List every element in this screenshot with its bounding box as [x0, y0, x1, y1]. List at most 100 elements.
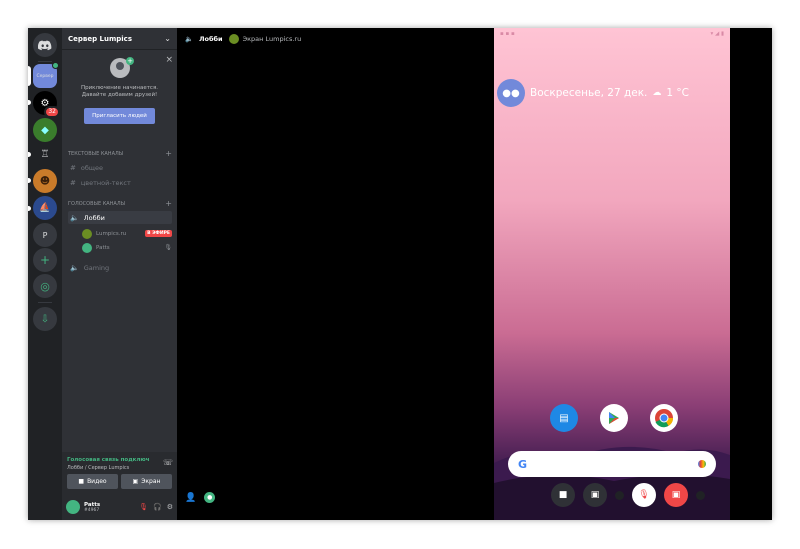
add-server-icon[interactable]: +: [33, 248, 57, 272]
camera-toggle-button[interactable]: ■: [551, 483, 575, 507]
unread-pill: [28, 100, 31, 105]
rail-separator: [38, 302, 52, 303]
monitor-icon: ▣: [590, 490, 600, 500]
unread-pill: [28, 152, 31, 157]
server-lumpics[interactable]: Сервер: [33, 62, 59, 88]
status-icons-right: ▾ ◢ ▮: [710, 31, 724, 37]
rail-separator: [38, 61, 52, 62]
phone-date-widget: ●● Воскресенье, 27 дек. ☁ 1 °C: [497, 79, 689, 107]
close-icon[interactable]: ×: [165, 55, 173, 65]
explore-servers-icon[interactable]: ◎: [33, 274, 57, 298]
server-gear[interactable]: ⚙ 32: [33, 91, 60, 118]
disconnect-button[interactable]: ▣: [664, 483, 688, 507]
download-apps-icon[interactable]: ⇩: [33, 307, 57, 331]
phone-status-bar: ▪ ▪ ▪ ▾ ◢ ▮: [494, 28, 730, 40]
user-identity: Patts #4967: [84, 501, 101, 513]
voice-connection-panel: Голосовая связь подключ Лобби / Сервер L…: [62, 452, 177, 494]
channel-sidebar: Сервер Lumpics ⌄ × + Приключение начинае…: [62, 28, 177, 520]
cloud-icon: ☁: [652, 88, 662, 98]
stream-bottom-left: 👤 ●: [185, 492, 216, 503]
invite-text: Приключение начинается. Давайте добавим …: [80, 85, 159, 98]
server-ship[interactable]: ⛵: [33, 196, 57, 220]
avatar[interactable]: [66, 500, 80, 514]
muted-mic-icon: 🎙: [638, 490, 650, 500]
ship-icon: ⛵: [39, 203, 51, 213]
voice-channel-gaming[interactable]: 🔈 Gaming: [68, 261, 172, 274]
mute-toggle-button[interactable]: 🎙: [632, 483, 656, 507]
add-channel-icon[interactable]: +: [165, 150, 172, 158]
chrome-app-icon[interactable]: [650, 404, 678, 432]
discord-overlay-icon: ●●: [497, 79, 525, 107]
screen-share-button[interactable]: ▣ Экран: [121, 474, 172, 489]
avatar: [228, 34, 239, 44]
app-window: Сервер ⚙ 32 ◆ ♖ ☻ ⛵ P + ◎ ⇩ Сервер Lumpi…: [28, 28, 772, 520]
speaker-icon: 🔈: [70, 213, 79, 222]
voice-location[interactable]: Лобби / Сервер Lumpics: [67, 465, 129, 471]
user-controls: 🎙 🎧 ⚙: [139, 503, 173, 511]
face-icon: ☻: [39, 175, 51, 187]
headphones-icon[interactable]: 🎧: [153, 503, 162, 511]
voice-user-lumpics[interactable]: Lumpics.ru В ЭФИРЕ: [82, 227, 172, 240]
add-friend-icon[interactable]: 👤: [185, 493, 196, 503]
play-store-app-icon[interactable]: [600, 404, 628, 432]
discord-activity-icon[interactable]: ●: [204, 492, 216, 503]
discord-home-icon[interactable]: [33, 33, 57, 57]
camera-icon: ■: [78, 478, 85, 485]
app-dock: ▤: [550, 404, 678, 432]
avatar: [82, 242, 92, 253]
status-dot: [52, 62, 59, 69]
server-p[interactable]: P: [33, 223, 57, 247]
video-button[interactable]: ■ Видео: [67, 474, 118, 489]
invite-card: × + Приключение начинается. Давайте доба…: [62, 52, 177, 134]
avatar: [82, 228, 92, 239]
unread-pill: [28, 178, 31, 183]
invite-people-button[interactable]: Пригласить людей: [84, 108, 155, 124]
channel-colored-text[interactable]: # цветной-текст: [68, 176, 172, 189]
add-friend-icon: +: [126, 57, 134, 65]
mute-mic-icon[interactable]: 🎙: [139, 503, 148, 511]
voice-channels-category[interactable]: Голосовые каналы +: [68, 200, 172, 208]
add-channel-icon[interactable]: +: [165, 200, 172, 208]
stream-source: Экран Lumpics.ru: [228, 34, 301, 44]
hash-icon: #: [70, 178, 76, 187]
indicator-dot: [696, 490, 705, 500]
camera-icon: ■: [558, 490, 568, 500]
main-stream-area: 🔈 Лобби Экран Lumpics.ru ▪ ▪ ▪ ▾ ◢ ▮ ●● …: [177, 28, 772, 520]
server-avatar[interactable]: ☻: [33, 169, 57, 193]
speaker-icon: 🔈: [70, 263, 79, 272]
channel-title: Лобби: [199, 35, 223, 43]
muted-mic-icon: 🎙: [164, 244, 172, 251]
text-channels-category[interactable]: Текстовые каналы +: [68, 150, 172, 158]
server-name: Сервер Lumpics: [68, 34, 132, 43]
chevron-down-icon: ⌄: [164, 34, 171, 43]
voice-channel-lobby[interactable]: 🔈 Лобби: [68, 211, 172, 224]
unread-pill: [28, 206, 31, 211]
mention-badge: 32: [44, 106, 60, 118]
voice-status: Голосовая связь подключ: [67, 457, 150, 463]
status-icons-left: ▪ ▪ ▪: [500, 31, 515, 37]
diamond-icon: ◆: [41, 124, 49, 136]
screen-share-toggle-button[interactable]: ▣: [583, 483, 607, 507]
live-badge: В ЭФИРЕ: [145, 230, 172, 237]
user-panel: Patts #4967 🎙 🎧 ⚙: [62, 494, 177, 520]
google-search-bar[interactable]: G: [508, 451, 716, 477]
call-controls: ■ ▣ 🎙 ▣: [551, 483, 711, 507]
active-server-pill: [28, 66, 31, 86]
assistant-icon[interactable]: [698, 460, 706, 468]
server-game[interactable]: ◆: [33, 118, 57, 142]
monitor-icon: ▣: [132, 478, 139, 485]
indicator-dot: [615, 490, 624, 500]
shared-screen[interactable]: ▪ ▪ ▪ ▾ ◢ ▮ ●● Воскресенье, 27 дек. ☁ 1 …: [494, 28, 730, 520]
server-header[interactable]: Сервер Lumpics ⌄: [62, 28, 177, 50]
disconnect-icon[interactable]: ☏: [163, 458, 173, 467]
server-crest[interactable]: ♖: [33, 142, 57, 166]
hash-icon: #: [70, 163, 76, 172]
messages-app-icon[interactable]: ▤: [550, 404, 578, 432]
stop-share-icon: ▣: [671, 490, 681, 500]
crest-icon: ♖: [40, 148, 50, 160]
server-rail: Сервер ⚙ 32 ◆ ♖ ☻ ⛵ P + ◎ ⇩: [28, 28, 62, 520]
channel-general[interactable]: # общее: [68, 161, 172, 174]
gear-icon[interactable]: ⚙: [167, 503, 173, 511]
google-logo: G: [518, 457, 528, 471]
voice-user-patts[interactable]: Patts 🎙: [82, 241, 172, 254]
